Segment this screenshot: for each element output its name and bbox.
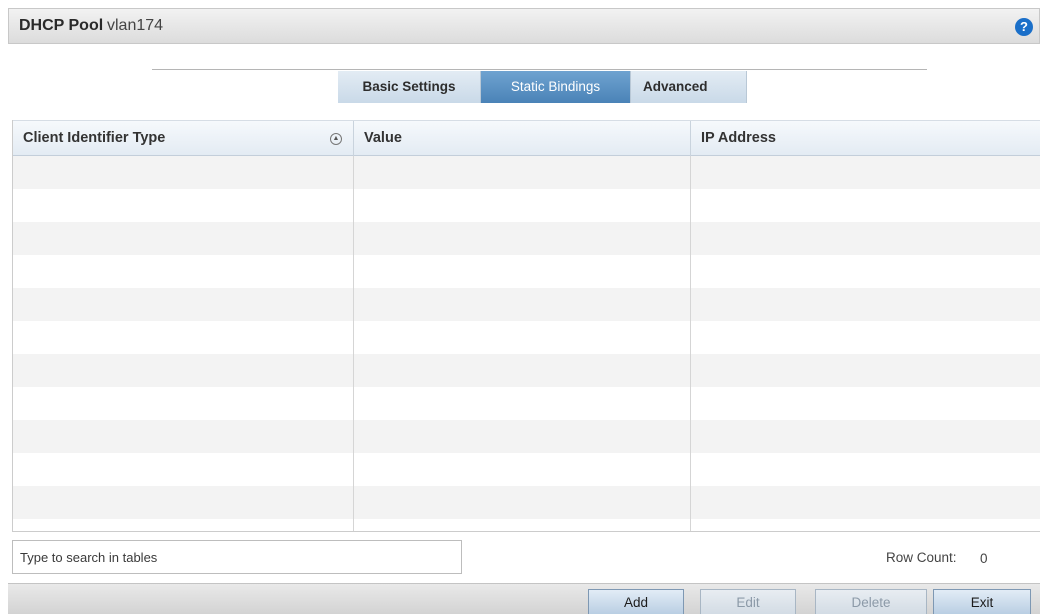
dialog-title: DHCP Pool [19, 17, 104, 34]
tab-basic-settings[interactable]: Basic Settings [338, 71, 481, 103]
tab-divider [152, 69, 927, 70]
table-body [13, 156, 1040, 531]
row-count-label: Row Count: [886, 550, 957, 565]
tab-bar: Basic Settings Static Bindings Advanced [338, 71, 747, 103]
question-circle-icon[interactable]: ? [1015, 18, 1033, 36]
table-row [13, 519, 1040, 531]
dialog-title-bar: DHCP Pool vlan174 ? [8, 8, 1040, 44]
column-label: IP Address [701, 130, 776, 146]
table-row [13, 222, 1040, 255]
static-bindings-table: Client Identifier Type ▲ Value IP Addres… [12, 120, 1040, 532]
exit-button[interactable]: Exit [933, 589, 1031, 614]
tab-advanced[interactable]: Advanced [631, 71, 747, 103]
column-header-ip-address[interactable]: IP Address [690, 121, 1040, 157]
sort-ascending-icon[interactable]: ▲ [330, 133, 342, 145]
table-row [13, 156, 1040, 189]
row-count-value: 0 [980, 551, 988, 566]
delete-button[interactable]: Delete [815, 589, 927, 614]
column-header-value[interactable]: Value [353, 121, 690, 157]
column-header-client-identifier-type[interactable]: Client Identifier Type [13, 121, 353, 157]
column-label: Value [364, 130, 402, 146]
pool-name: vlan174 [107, 17, 164, 34]
table-row [13, 453, 1040, 486]
column-label: Client Identifier Type [23, 130, 166, 146]
table-search-input[interactable] [12, 540, 462, 574]
edit-button[interactable]: Edit [700, 589, 796, 614]
table-row [13, 288, 1040, 321]
table-row [13, 255, 1040, 288]
table-header: Client Identifier Type ▲ Value IP Addres… [13, 120, 1040, 157]
column-divider [690, 156, 691, 531]
tab-static-bindings[interactable]: Static Bindings [481, 71, 631, 103]
column-divider [353, 156, 354, 531]
table-row [13, 321, 1040, 354]
table-row [13, 486, 1040, 519]
add-button[interactable]: Add [588, 589, 684, 614]
table-row [13, 420, 1040, 453]
table-row [13, 387, 1040, 420]
table-row [13, 354, 1040, 387]
table-row [13, 189, 1040, 222]
